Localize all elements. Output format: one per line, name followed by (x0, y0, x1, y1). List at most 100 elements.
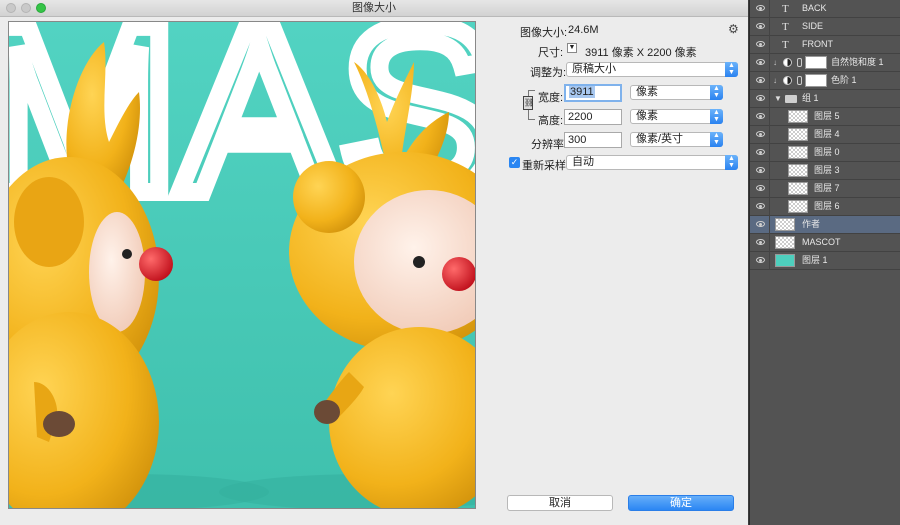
text-layer-icon: T (782, 21, 789, 33)
layer-row[interactable]: ↓ 色阶 1 (750, 72, 900, 90)
resample-label: 重新采样: (522, 160, 570, 172)
resolution-unit-chevron-icon: ▲ ▼ (710, 132, 723, 147)
resample-select[interactable]: 自动 ▲ ▼ (566, 155, 738, 170)
adjustment-icon (783, 76, 792, 85)
mask-thumbnail (805, 74, 827, 87)
layer-thumbnail (775, 218, 795, 231)
layer-row[interactable]: T BACK (750, 0, 900, 18)
layer-row[interactable]: ▼ 组 1 (750, 90, 900, 108)
visibility-eye-icon[interactable] (756, 95, 765, 101)
dialog-title: 图像大小 (352, 2, 396, 14)
layer-thumbnail (775, 254, 795, 267)
layer-row[interactable]: 图层 7 (750, 180, 900, 198)
text-layer-icon: T (782, 3, 789, 15)
width-label: 宽度: (538, 92, 564, 104)
disclosure-triangle-icon[interactable]: ▼ (774, 90, 782, 107)
height-field[interactable]: 2200 (564, 109, 622, 125)
layer-row[interactable]: MASCOT (750, 234, 900, 252)
visibility-eye-icon[interactable] (756, 131, 765, 137)
mask-thumbnail (805, 56, 827, 69)
resolution-label: 分辨率: (531, 139, 568, 151)
layer-row-selected[interactable]: 作者 (750, 216, 900, 234)
settings-gear-icon[interactable]: ⚙ (728, 22, 739, 36)
image-size-label: 图像大小: (520, 27, 568, 39)
layer-name: SIDE (802, 21, 824, 31)
resolution-unit-value: 像素/英寸 (636, 133, 684, 145)
visibility-eye-icon[interactable] (756, 5, 765, 11)
constrain-proportions-link-icon[interactable]: ⛓ (523, 96, 534, 110)
visibility-eye-icon[interactable] (756, 41, 765, 47)
visibility-eye-icon[interactable] (756, 59, 765, 65)
chain-link-icon (797, 58, 802, 67)
layer-row[interactable]: T FRONT (750, 36, 900, 54)
resolution-unit-select[interactable]: 像素/英寸 ▲ ▼ (630, 132, 723, 147)
layer-name: 图层 0 (814, 147, 840, 157)
height-unit-chevron-icon: ▲ ▼ (710, 109, 723, 124)
layer-thumbnail (788, 146, 808, 159)
layer-name: 图层 7 (814, 183, 840, 193)
dimensions-value: 3911 像素 X 2200 像素 (585, 47, 697, 59)
resample-checkbox[interactable]: ✓ (509, 157, 520, 168)
layer-row[interactable]: T SIDE (750, 18, 900, 36)
height-value: 2200 (568, 111, 593, 123)
folder-icon (785, 95, 797, 103)
visibility-eye-icon[interactable] (756, 23, 765, 29)
resolution-field[interactable]: 300 (564, 132, 622, 148)
visibility-eye-icon[interactable] (756, 149, 765, 155)
layer-row[interactable]: 图层 1 (750, 252, 900, 270)
visibility-eye-icon[interactable] (756, 257, 765, 263)
dialog-titlebar: 图像大小 (0, 0, 748, 17)
close-window-button[interactable] (6, 3, 16, 13)
layer-name: 图层 4 (814, 129, 840, 139)
chain-link-icon (797, 76, 802, 85)
layer-row[interactable]: 图层 0 (750, 144, 900, 162)
layer-row[interactable]: 图层 5 (750, 108, 900, 126)
layer-row[interactable]: 图层 3 (750, 162, 900, 180)
layer-name: FRONT (802, 39, 833, 49)
layer-thumbnail (788, 110, 808, 123)
resample-value: 自动 (572, 156, 594, 168)
visibility-eye-icon[interactable] (756, 185, 765, 191)
layer-name: 图层 6 (814, 201, 840, 211)
layer-name: 作者 (802, 219, 821, 229)
layer-row[interactable]: 图层 4 (750, 126, 900, 144)
visibility-eye-icon[interactable] (756, 77, 765, 83)
layer-row[interactable]: 图层 6 (750, 198, 900, 216)
layer-thumbnail (775, 236, 795, 249)
layer-name: 色阶 1 (831, 75, 857, 85)
layer-name: 图层 5 (814, 111, 840, 121)
layer-thumbnail (788, 164, 808, 177)
visibility-eye-icon[interactable] (756, 113, 765, 119)
cancel-button[interactable]: 取消 (507, 495, 613, 511)
visibility-eye-icon[interactable] (756, 239, 765, 245)
layer-row[interactable]: ↓ 自然饱和度 1 (750, 54, 900, 72)
layer-thumbnail (788, 182, 808, 195)
width-unit-select[interactable]: 像素 ▲ ▼ (630, 85, 723, 100)
ok-button[interactable]: 确定 (628, 495, 734, 511)
image-size-dialog: 图像大小 AS 图像大小: 24.6M ⚙ 尺寸: ▼ 3911 像素 X 22… (0, 0, 748, 525)
fit-to-select[interactable]: 原稿大小 ▲ ▼ (566, 62, 738, 77)
dimensions-unit-chevron-down-icon[interactable]: ▼ (567, 43, 577, 53)
height-unit-select[interactable]: 像素 ▲ ▼ (630, 109, 723, 124)
width-field[interactable]: 3911 (564, 84, 622, 102)
height-label: 高度: (538, 115, 564, 127)
minimize-window-button[interactable] (21, 3, 31, 13)
layer-name: 自然饱和度 1 (831, 57, 884, 67)
image-preview[interactable]: MAS (8, 21, 476, 509)
clip-arrow-icon: ↓ (773, 76, 777, 85)
dimensions-label: 尺寸: (538, 47, 564, 59)
visibility-eye-icon[interactable] (756, 167, 765, 173)
fit-to-label: 调整为: (530, 67, 567, 79)
layers-panel: T BACK T SIDE T FRONT ↓ 自然饱和度 1 ↓ 色阶 1 ▼… (749, 0, 900, 525)
layer-thumbnail (788, 128, 808, 141)
layer-name: 图层 1 (802, 255, 828, 265)
visibility-eye-icon[interactable] (756, 203, 765, 209)
width-unit-chevron-icon: ▲ ▼ (710, 85, 723, 100)
layer-name: 图层 3 (814, 165, 840, 175)
text-layer-icon: T (782, 39, 789, 51)
visibility-eye-icon[interactable] (756, 221, 765, 227)
zoom-window-button[interactable] (36, 3, 46, 13)
width-value: 3911 (569, 86, 595, 98)
fit-to-chevron-icon: ▲ ▼ (725, 62, 738, 77)
clip-arrow-icon: ↓ (773, 58, 777, 67)
